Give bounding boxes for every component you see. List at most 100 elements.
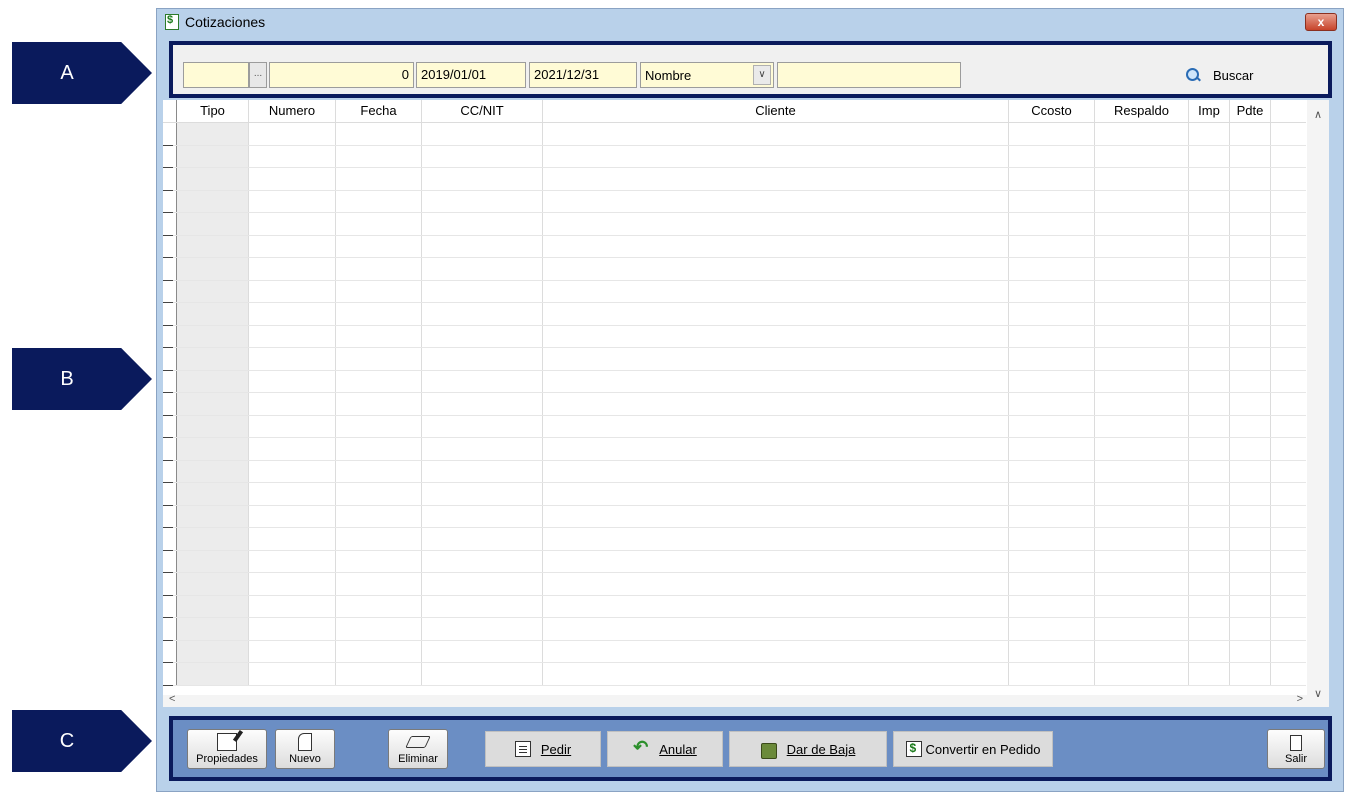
table-cell[interactable] — [1095, 438, 1189, 460]
table-cell[interactable] — [177, 595, 249, 617]
table-cell[interactable] — [1271, 551, 1306, 573]
table-cell[interactable] — [249, 145, 336, 167]
row-indicator[interactable] — [163, 528, 177, 550]
table-cell[interactable] — [1009, 460, 1095, 482]
convertir-button[interactable]: Convertir en Pedido — [893, 731, 1053, 767]
table-cell[interactable] — [249, 415, 336, 437]
table-cell[interactable] — [336, 280, 422, 302]
table-cell[interactable] — [1095, 213, 1189, 235]
table-cell[interactable] — [1095, 528, 1189, 550]
table-cell[interactable] — [336, 123, 422, 145]
table-cell[interactable] — [543, 393, 1009, 415]
table-cell[interactable] — [1009, 483, 1095, 505]
table-cell[interactable] — [422, 415, 543, 437]
table-cell[interactable] — [543, 640, 1009, 662]
table-cell[interactable] — [1271, 281, 1306, 303]
table-cell[interactable] — [1009, 663, 1095, 685]
table-cell[interactable] — [249, 235, 336, 257]
table-cell[interactable] — [336, 415, 422, 437]
table-cell[interactable] — [543, 595, 1009, 617]
table-cell[interactable] — [422, 145, 543, 167]
table-cell[interactable] — [177, 370, 249, 392]
table-row[interactable] — [163, 573, 1306, 596]
table-cell[interactable] — [1271, 213, 1306, 235]
table-cell[interactable] — [336, 483, 422, 505]
table-cell[interactable] — [177, 393, 249, 415]
table-cell[interactable] — [336, 505, 422, 527]
table-cell[interactable] — [1189, 528, 1230, 550]
table-cell[interactable] — [177, 663, 249, 685]
table-cell[interactable] — [336, 168, 422, 190]
row-indicator[interactable] — [163, 438, 177, 460]
table-cell[interactable] — [1095, 190, 1189, 212]
table-cell[interactable] — [1271, 528, 1306, 550]
table-cell[interactable] — [1189, 595, 1230, 617]
table-row[interactable] — [163, 618, 1306, 641]
table-cell[interactable] — [1189, 258, 1230, 280]
table-row[interactable] — [163, 303, 1306, 326]
horizontal-scrollbar[interactable]: < > — [163, 693, 1307, 707]
pedir-button[interactable]: Pedir — [485, 731, 601, 767]
table-cell[interactable] — [1009, 370, 1095, 392]
table-cell[interactable] — [543, 123, 1009, 145]
table-cell[interactable] — [1009, 348, 1095, 370]
table-cell[interactable] — [1009, 505, 1095, 527]
table-cell[interactable] — [1189, 235, 1230, 257]
table-cell[interactable] — [249, 190, 336, 212]
row-indicator[interactable] — [163, 325, 177, 348]
table-cell[interactable] — [249, 528, 336, 550]
table-cell[interactable] — [1095, 618, 1189, 640]
row-indicator[interactable] — [163, 348, 177, 370]
table-cell[interactable] — [1230, 528, 1271, 550]
table-cell[interactable] — [1095, 235, 1189, 257]
table-row[interactable] — [163, 258, 1306, 281]
table-cell[interactable] — [422, 370, 543, 392]
table-cell[interactable] — [1095, 483, 1189, 505]
table-cell[interactable] — [336, 303, 422, 325]
table-cell[interactable] — [1095, 145, 1189, 167]
nuevo-button[interactable]: Nuevo — [275, 729, 335, 769]
table-cell[interactable] — [1189, 280, 1230, 302]
table-cell[interactable] — [336, 213, 422, 235]
table-cell[interactable] — [1095, 573, 1189, 595]
table-cell[interactable] — [1009, 145, 1095, 167]
table-cell[interactable] — [336, 573, 422, 595]
table-cell[interactable] — [177, 460, 249, 482]
table-cell[interactable] — [1189, 348, 1230, 370]
table-cell[interactable] — [249, 618, 336, 640]
table-cell[interactable] — [1271, 461, 1306, 483]
table-cell[interactable] — [336, 460, 422, 482]
table-cell[interactable] — [336, 663, 422, 685]
table-cell[interactable] — [336, 550, 422, 572]
table-cell[interactable] — [1230, 303, 1271, 325]
table-cell[interactable] — [1189, 145, 1230, 167]
row-indicator[interactable] — [163, 280, 177, 303]
vertical-scrollbar[interactable]: ∧ ∨ — [1307, 100, 1329, 707]
table-cell[interactable] — [1271, 168, 1306, 190]
table-cell[interactable] — [543, 190, 1009, 212]
table-cell[interactable] — [336, 145, 422, 167]
table-cell[interactable] — [1009, 123, 1095, 145]
table-cell[interactable] — [1230, 213, 1271, 235]
table-cell[interactable] — [1189, 123, 1230, 145]
table-cell[interactable] — [1230, 663, 1271, 685]
table-cell[interactable] — [336, 235, 422, 257]
field-select[interactable]: Nombre ∨ — [640, 62, 774, 88]
table-cell[interactable] — [422, 595, 543, 617]
column-header-ccosto[interactable]: Ccosto — [1009, 100, 1095, 122]
table-cell[interactable] — [1189, 550, 1230, 572]
table-cell[interactable] — [1009, 303, 1095, 325]
table-row[interactable] — [163, 393, 1306, 416]
table-cell[interactable] — [177, 235, 249, 257]
search-button[interactable]: Buscar — [1185, 62, 1285, 88]
table-row[interactable] — [163, 528, 1306, 551]
dar-de-baja-button[interactable]: Dar de Baja — [729, 731, 887, 767]
table-cell[interactable] — [422, 235, 543, 257]
table-cell[interactable] — [249, 325, 336, 347]
table-cell[interactable] — [1009, 573, 1095, 595]
table-cell[interactable] — [336, 348, 422, 370]
table-cell[interactable] — [249, 258, 336, 280]
table-cell[interactable] — [249, 663, 336, 685]
table-cell[interactable] — [543, 145, 1009, 167]
table-cell[interactable] — [1189, 213, 1230, 235]
